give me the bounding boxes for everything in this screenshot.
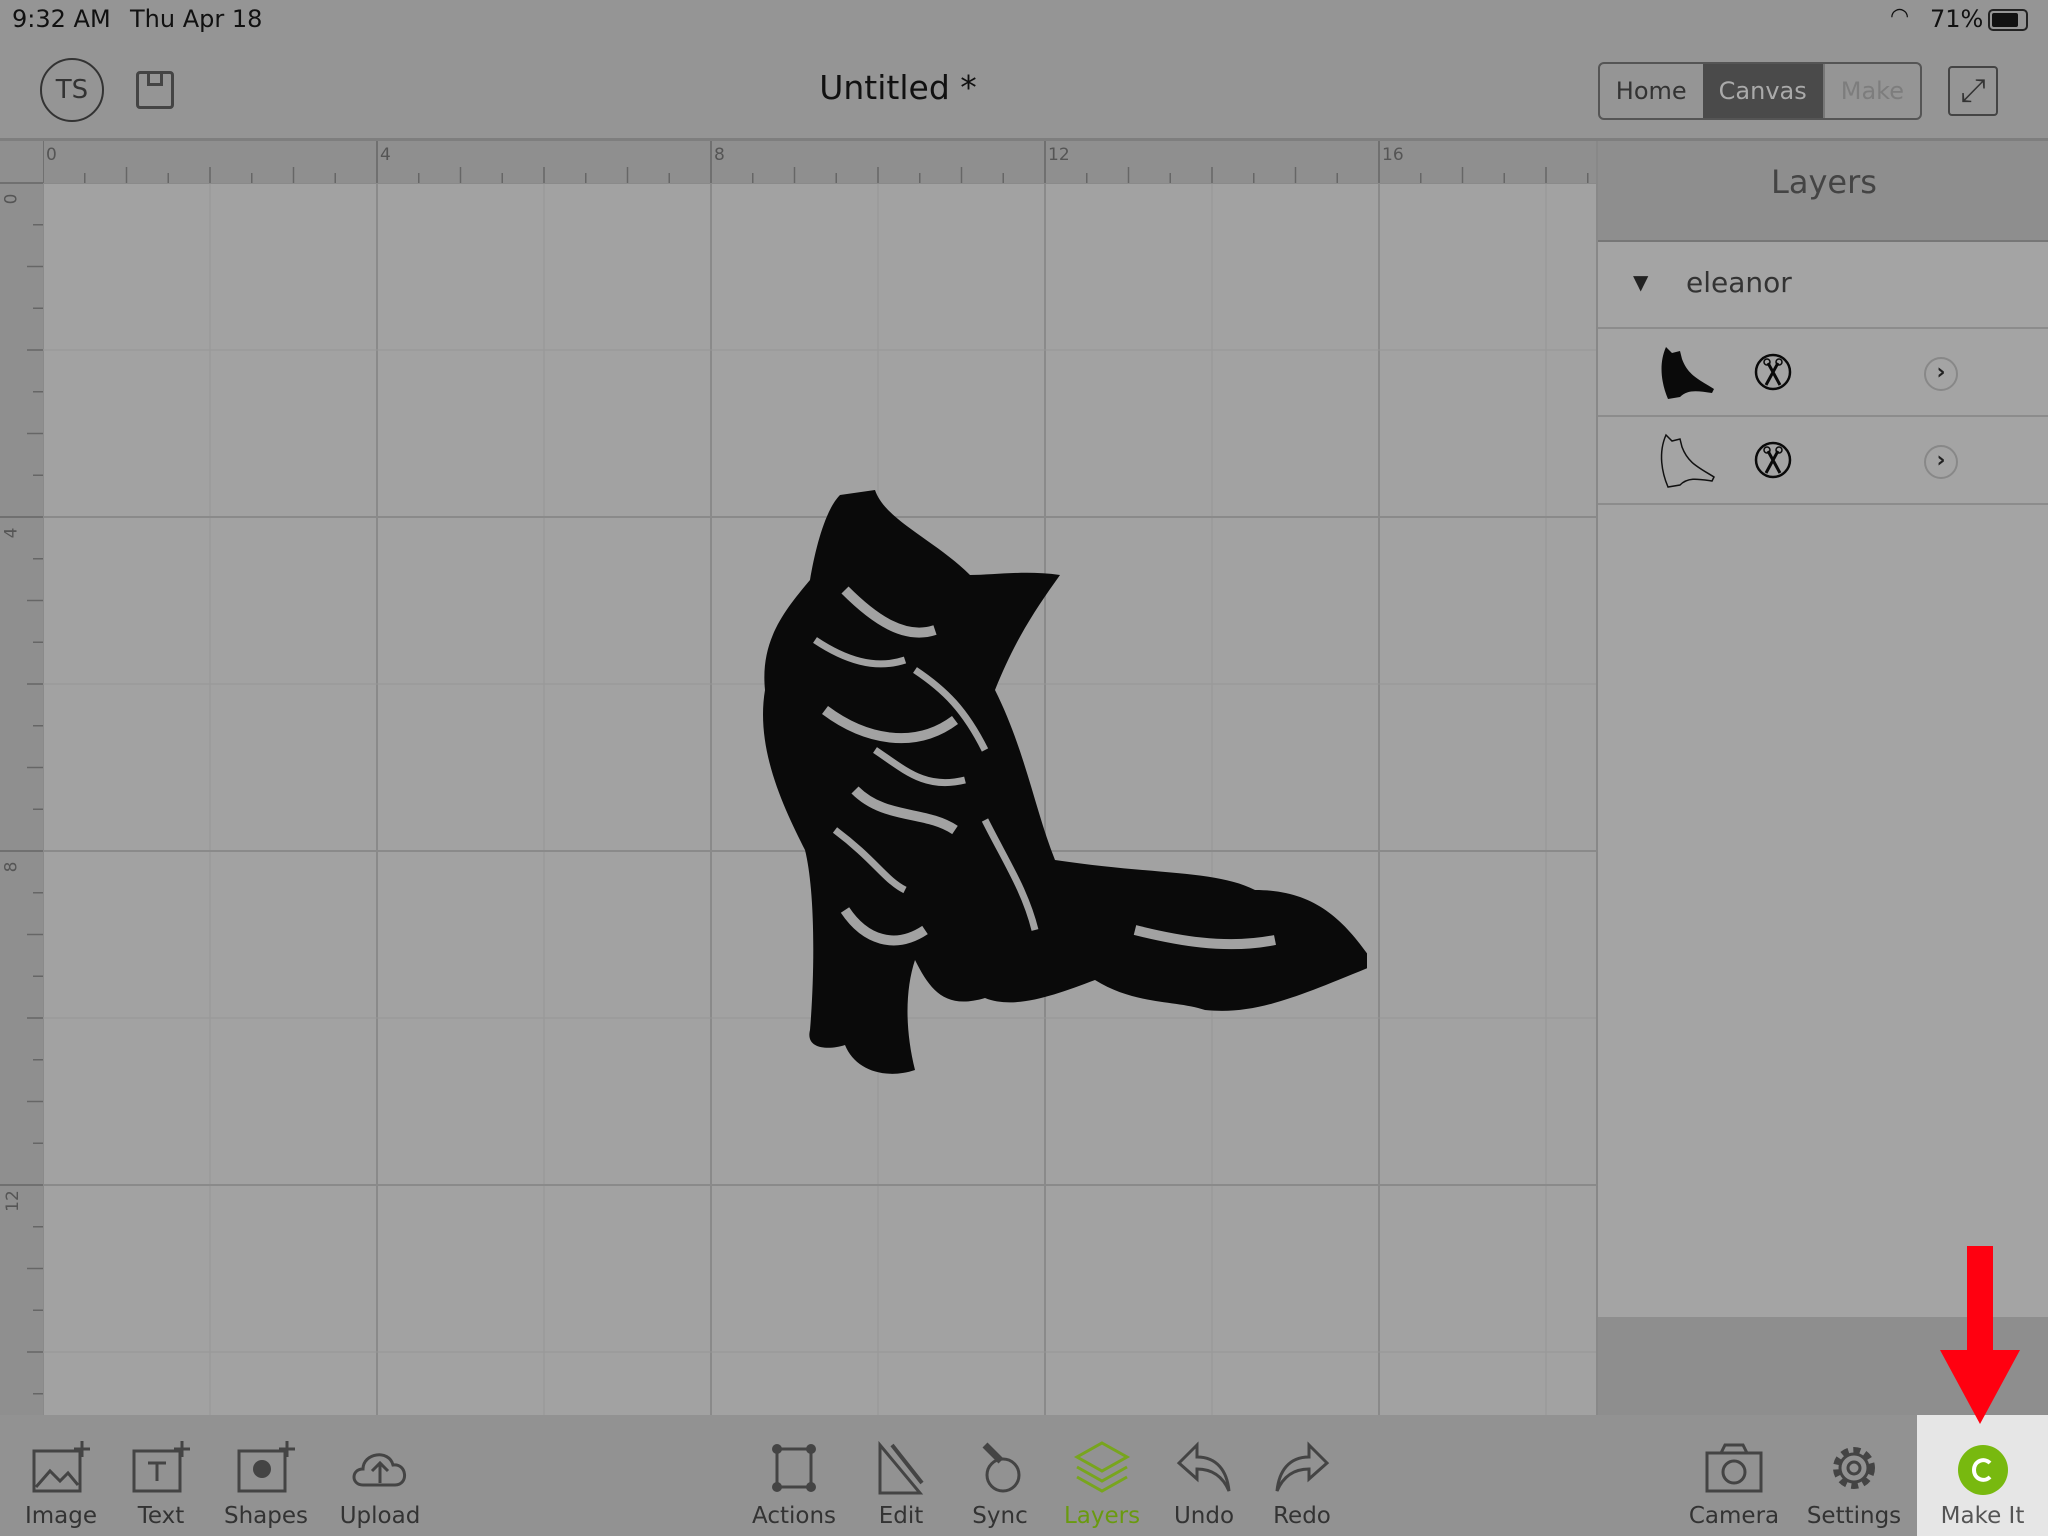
ruler-label: 8 (714, 145, 725, 165)
ruler-label: 16 (1382, 145, 1404, 165)
mode-tabs: Home Canvas Make (1597, 62, 1922, 120)
layers-list: ▼ eleanor › › (1598, 240, 2048, 1317)
bottom-toolbar: Image Text Shapes Upload Actions Edit Sy… (0, 1415, 2048, 1536)
cricut-make-icon (1957, 1445, 2008, 1495)
tab-make[interactable]: Make (1822, 64, 1920, 118)
header: TS Untitled * Home Canvas Make ⤢ (0, 40, 2048, 141)
layer-row[interactable]: › (1598, 329, 2048, 417)
camera-icon (1705, 1443, 1763, 1493)
image-add-icon (32, 1441, 90, 1493)
tab-canvas[interactable]: Canvas (1702, 64, 1823, 118)
layers-panel: Layers ▼ eleanor › › (1596, 141, 2048, 1415)
ruler-label: 12 (2, 1190, 23, 1212)
make-it-button[interactable]: Make It (1917, 1415, 2048, 1536)
design-canvas[interactable] (43, 183, 1596, 1415)
settings-button[interactable]: Settings (1799, 1415, 1909, 1536)
undo-button[interactable]: Undo (1149, 1415, 1259, 1536)
shapes-add-icon (237, 1441, 295, 1493)
expand-triangle-icon[interactable]: ▼ (1633, 270, 1648, 294)
layer-group-name: eleanor (1686, 266, 1792, 299)
cut-icon[interactable] (1754, 353, 1792, 391)
edit-button[interactable]: Edit (846, 1415, 956, 1536)
image-button[interactable]: Image (6, 1415, 116, 1536)
status-time: 9:32 AM (12, 5, 111, 33)
redo-icon (1275, 1441, 1330, 1492)
camera-button[interactable]: Camera (1679, 1415, 1789, 1536)
shapes-button[interactable]: Shapes (211, 1415, 321, 1536)
tab-home[interactable]: Home (1600, 64, 1703, 118)
cut-icon[interactable] (1754, 441, 1792, 479)
actions-icon (772, 1444, 816, 1492)
cat-outline-thumbnail (1660, 433, 1715, 488)
cat-filled-thumbnail (1661, 347, 1714, 399)
battery-percent: 71% (1930, 5, 1984, 33)
redo-button[interactable]: Redo (1247, 1415, 1357, 1536)
edit-ruler-pencil-icon (878, 1440, 924, 1495)
ruler-label: 4 (380, 145, 391, 165)
annotation-arrow (1940, 1246, 2020, 1424)
ruler-label: 0 (1, 193, 22, 205)
wifi-icon: ◠ (1890, 4, 1910, 29)
battery-icon (1988, 9, 2028, 31)
project-title[interactable]: Untitled * (0, 68, 1796, 107)
ruler-label: 4 (1, 527, 22, 539)
chevron-right-icon[interactable]: › (1924, 357, 1958, 391)
ruler-label: 12 (1048, 145, 1070, 165)
sync-icon (982, 1442, 1021, 1493)
layers-title: Layers (1771, 163, 1877, 201)
undo-icon (1176, 1441, 1231, 1492)
ruler-label: 0 (46, 145, 57, 165)
text-add-icon (132, 1441, 190, 1493)
sync-button[interactable]: Sync (945, 1415, 1055, 1536)
status-date: Thu Apr 18 (130, 5, 263, 33)
cloud-upload-icon (352, 1453, 406, 1487)
layer-row[interactable]: › (1598, 417, 2048, 505)
ruler-horizontal: 0 4 8 12 16 (0, 141, 1596, 183)
gear-icon (1833, 1447, 1875, 1489)
fullscreen-icon[interactable]: ⤢ (1948, 66, 1998, 116)
upload-button[interactable]: Upload (325, 1415, 435, 1536)
ruler-label: 8 (1, 861, 22, 873)
ruler-vertical: 0 4 8 12 (0, 141, 43, 1415)
cat-image[interactable] (755, 490, 1367, 1090)
status-bar: 9:32 AM Thu Apr 18 ◠ 71% (0, 0, 2048, 40)
layers-icon (1073, 1441, 1131, 1493)
layer-group-eleanor[interactable]: ▼ eleanor (1598, 242, 2048, 329)
chevron-right-icon[interactable]: › (1924, 445, 1958, 479)
layers-button[interactable]: Layers (1047, 1415, 1157, 1536)
text-button[interactable]: Text (106, 1415, 216, 1536)
actions-button[interactable]: Actions (739, 1415, 849, 1536)
